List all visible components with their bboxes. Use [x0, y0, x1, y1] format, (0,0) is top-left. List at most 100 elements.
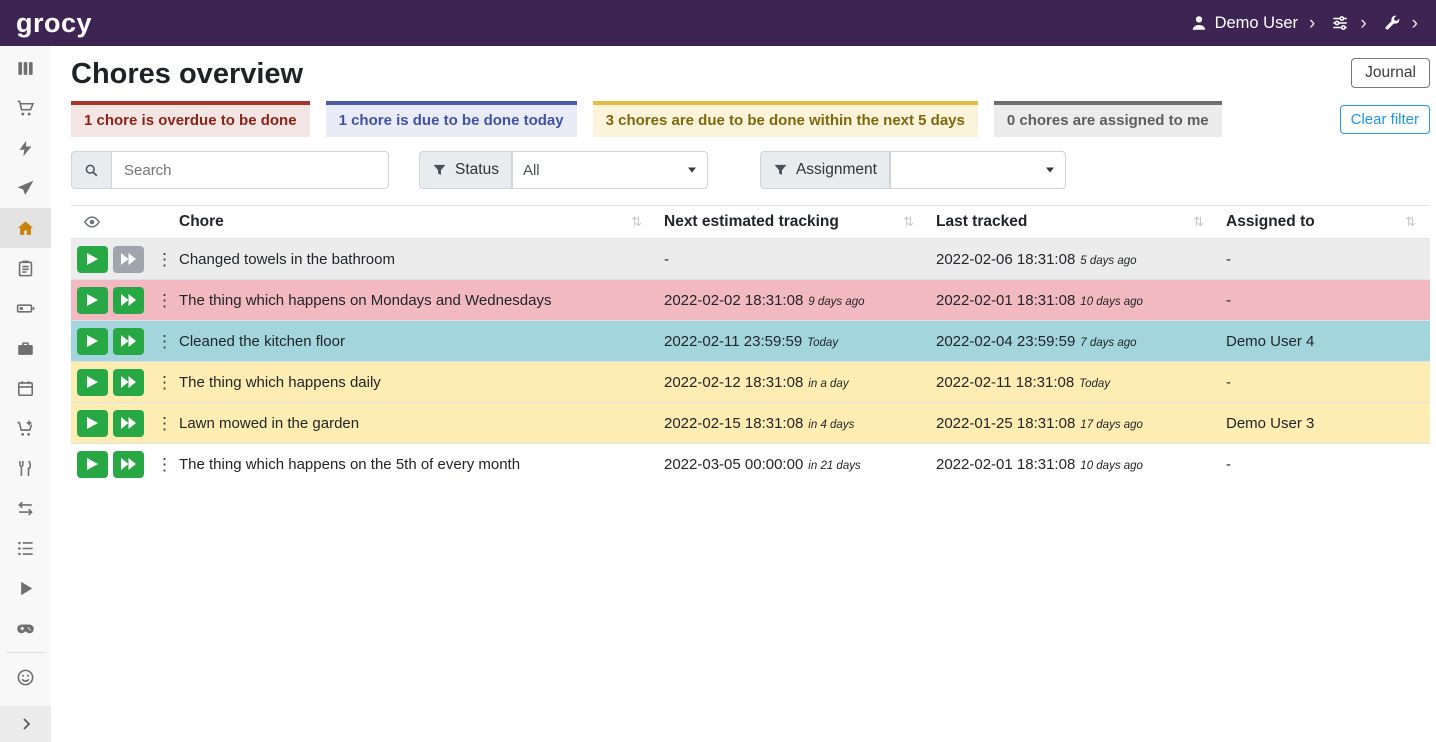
wrench-icon: [1383, 14, 1401, 32]
play-icon: [87, 417, 98, 429]
chevron-right-icon: [18, 716, 34, 732]
row-menu-button[interactable]: ⋮: [149, 331, 171, 352]
paper-plane-icon: [16, 179, 35, 198]
skip-chore-button[interactable]: [113, 287, 144, 314]
sidebar-item-recipes[interactable]: [0, 128, 51, 168]
sidebar-item-shopping-list[interactable]: [0, 88, 51, 128]
track-chore-button[interactable]: [77, 369, 108, 396]
admin-menu[interactable]: ›: [1383, 14, 1418, 33]
assignment-select[interactable]: [891, 152, 1065, 188]
assigned-to-cell: -: [1218, 362, 1430, 403]
skip-chore-button[interactable]: [113, 246, 144, 273]
next-tracking-cell: 2022-02-11 23:59:59Today: [656, 321, 928, 362]
journal-button[interactable]: Journal: [1351, 58, 1430, 88]
play-icon: [87, 253, 98, 265]
sidebar-item-consume[interactable]: [0, 448, 51, 488]
user-menu[interactable]: Demo User ›: [1190, 14, 1316, 33]
column-header-last-tracked[interactable]: Last tracked⇅: [928, 206, 1218, 239]
column-header-assigned-to[interactable]: Assigned to⇅: [1218, 206, 1430, 239]
sidebar-item-calendar[interactable]: [0, 368, 51, 408]
fast-forward-icon: [121, 458, 136, 470]
track-chore-button[interactable]: [77, 328, 108, 355]
sidebar-item-chores[interactable]: [0, 208, 51, 248]
track-chore-button[interactable]: [77, 287, 108, 314]
calendar-icon: [16, 379, 35, 398]
sidebar-item-inventory[interactable]: [0, 528, 51, 568]
relative-time: 5 days ago: [1080, 255, 1136, 267]
table-row: ⋮ Cleaned the kitchen floor 2022-02-11 2…: [71, 321, 1430, 362]
search-input[interactable]: [112, 151, 389, 189]
battery-icon: [16, 299, 35, 318]
relative-time: 9 days ago: [808, 296, 864, 308]
banner-assigned-to-me[interactable]: 0 chores are assigned to me: [994, 101, 1222, 137]
banner-due-today[interactable]: 1 chore is due to be done today: [326, 101, 577, 137]
relative-time: in 4 days: [808, 419, 854, 431]
sort-icon: ⇅: [631, 214, 642, 230]
column-header-next-tracking[interactable]: Next estimated tracking⇅: [656, 206, 928, 239]
chevron-right-icon: ›: [1309, 14, 1315, 33]
play-icon: [87, 335, 98, 347]
ellipsis-v-icon: ⋮: [156, 250, 171, 269]
last-tracked-cell: 2022-02-06 18:31:085 days ago: [928, 239, 1218, 280]
banner-due-soon[interactable]: 3 chores are due to be done within the n…: [593, 101, 978, 137]
row-menu-button[interactable]: ⋮: [149, 249, 171, 270]
sidebar-item-equipment[interactable]: [0, 328, 51, 368]
status-banners: 1 chore is overdue to be done 1 chore is…: [71, 101, 1430, 137]
relative-time: Today: [807, 337, 838, 349]
status-select[interactable]: All: [513, 152, 707, 188]
track-chore-button[interactable]: [77, 451, 108, 478]
status-filter: Status All: [419, 151, 708, 189]
sidebar-expand-button[interactable]: [0, 706, 51, 742]
sidebar-item-chore-tracking[interactable]: [0, 568, 51, 608]
sidebar-item-feedback[interactable]: [0, 657, 51, 697]
smiley-icon: [16, 668, 35, 687]
row-menu-button[interactable]: ⋮: [149, 372, 171, 393]
relative-time: 7 days ago: [1080, 337, 1136, 349]
sidebar-item-stock[interactable]: [0, 48, 51, 88]
play-icon: [16, 579, 35, 598]
page-title: Chores overview: [71, 58, 303, 91]
ellipsis-v-icon: ⋮: [156, 373, 171, 392]
assigned-to-cell: Demo User 4: [1218, 321, 1430, 362]
track-chore-button[interactable]: [77, 246, 108, 273]
sidebar-item-purchase[interactable]: [0, 408, 51, 448]
sidebar-item-meal-plan[interactable]: [0, 168, 51, 208]
chore-name: The thing which happens on the 5th of ev…: [171, 444, 656, 485]
grocy-logo[interactable]: grocy: [16, 10, 92, 37]
assigned-to-cell: -: [1218, 239, 1430, 280]
funnel-icon: [773, 163, 788, 178]
play-icon: [87, 376, 98, 388]
row-menu-button[interactable]: ⋮: [149, 413, 171, 434]
assigned-to-cell: -: [1218, 280, 1430, 321]
last-tracked-cell: 2022-02-01 18:31:0810 days ago: [928, 280, 1218, 321]
clear-filter-button[interactable]: Clear filter: [1340, 105, 1430, 134]
chore-name: Cleaned the kitchen floor: [171, 321, 656, 362]
search-group: [71, 151, 389, 189]
sidebar-item-transfer[interactable]: [0, 488, 51, 528]
banner-overdue[interactable]: 1 chore is overdue to be done: [71, 101, 310, 137]
skip-chore-button[interactable]: [113, 451, 144, 478]
chevron-right-icon: ›: [1412, 14, 1418, 33]
assigned-to-cell: Demo User 3: [1218, 403, 1430, 444]
fast-forward-icon: [121, 294, 136, 306]
play-icon: [87, 294, 98, 306]
row-menu-button[interactable]: ⋮: [149, 454, 171, 475]
skip-chore-button[interactable]: [113, 410, 144, 437]
skip-chore-button[interactable]: [113, 369, 144, 396]
row-menu-button[interactable]: ⋮: [149, 290, 171, 311]
bolt-icon: [16, 139, 35, 158]
sidebar-item-tasks[interactable]: [0, 248, 51, 288]
toggle-visibility-button[interactable]: [71, 206, 171, 239]
sidebar-item-battery-tracking[interactable]: [0, 608, 51, 648]
skip-chore-button[interactable]: [113, 328, 144, 355]
settings-menu[interactable]: ›: [1331, 14, 1366, 33]
fast-forward-icon: [121, 335, 136, 347]
gamepad-icon: [16, 619, 35, 638]
sidebar-item-batteries[interactable]: [0, 288, 51, 328]
sort-icon: ⇅: [903, 214, 914, 230]
track-chore-button[interactable]: [77, 410, 108, 437]
user-menu-label: Demo User: [1215, 14, 1298, 33]
chore-name: The thing which happens on Mondays and W…: [171, 280, 656, 321]
next-tracking-cell: 2022-02-15 18:31:08in 4 days: [656, 403, 928, 444]
column-header-chore[interactable]: Chore⇅: [171, 206, 656, 239]
